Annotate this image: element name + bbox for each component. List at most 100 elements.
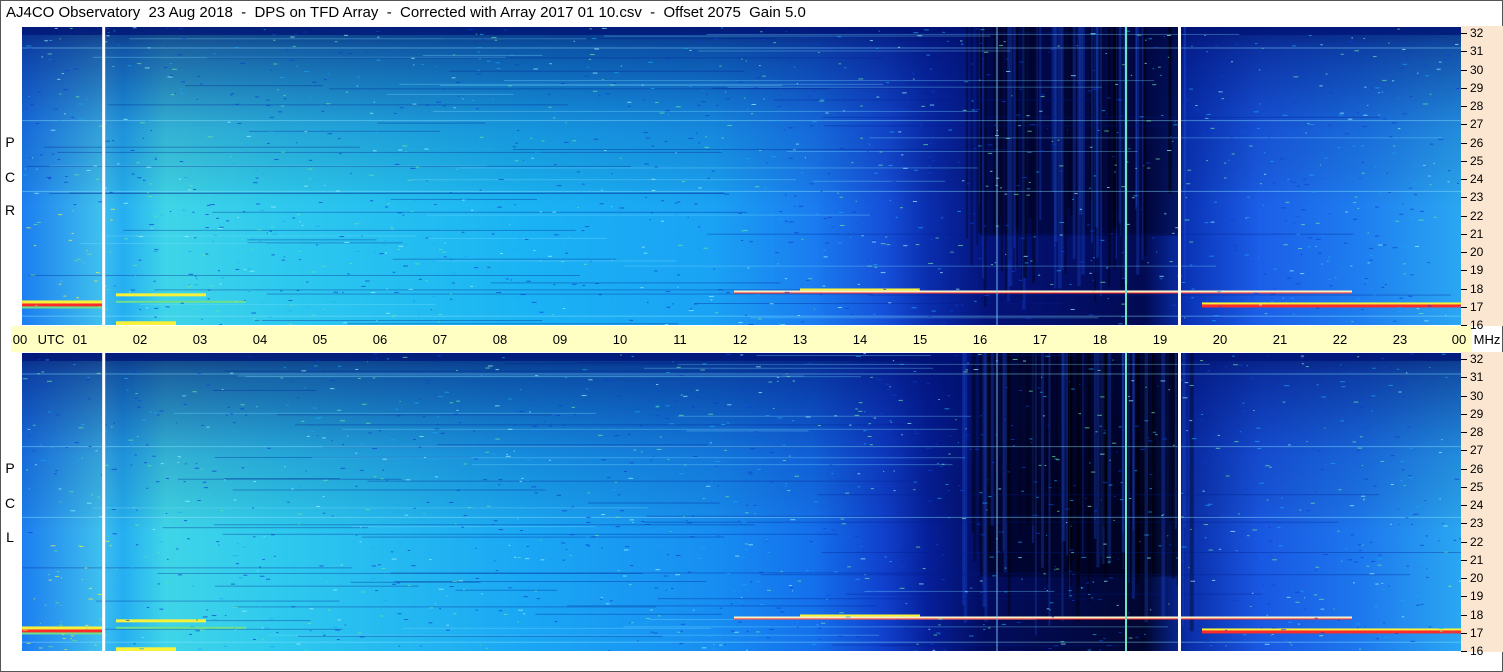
noise-speck xyxy=(304,649,307,651)
noise-speck xyxy=(156,414,160,416)
noise-speck xyxy=(37,359,41,361)
noise-speck xyxy=(560,82,565,84)
noise-speck xyxy=(1357,207,1360,209)
noise-speck xyxy=(918,124,922,126)
noise-speck xyxy=(28,428,31,430)
noise-speck xyxy=(1453,539,1457,541)
noise-speck xyxy=(1395,220,1399,222)
noise-speck xyxy=(71,232,74,234)
noise-speck xyxy=(161,214,163,216)
noise-speck xyxy=(1162,438,1167,440)
noise-speck xyxy=(1012,445,1015,447)
noise-speck xyxy=(1093,518,1096,520)
noise-speck xyxy=(855,408,858,410)
noise-speck xyxy=(689,49,692,51)
noise-speck xyxy=(1113,519,1115,521)
noise-speck xyxy=(76,258,81,260)
noise-speck xyxy=(450,293,452,295)
noise-speck xyxy=(598,95,601,97)
noise-speck xyxy=(171,68,177,70)
noise-speck xyxy=(386,288,388,290)
noise-speck xyxy=(1071,552,1074,554)
noise-speck xyxy=(941,217,943,219)
noise-speck xyxy=(471,100,475,102)
carrier-line xyxy=(22,641,1461,643)
noise-speck xyxy=(117,163,120,165)
noise-speck xyxy=(439,608,441,610)
noise-speck xyxy=(1158,545,1162,547)
noise-speck xyxy=(1406,565,1409,567)
noise-speck xyxy=(1181,281,1186,283)
noise-speck xyxy=(376,31,380,33)
noise-speck xyxy=(315,417,321,419)
noise-speck xyxy=(809,183,814,185)
noise-speck xyxy=(1268,526,1271,528)
noise-speck xyxy=(1383,622,1386,624)
noise-speck xyxy=(1365,280,1367,282)
noise-speck xyxy=(177,54,182,56)
noise-speck xyxy=(1426,143,1429,145)
noise-speck xyxy=(1051,616,1054,618)
striation xyxy=(1135,27,1137,210)
noise-speck xyxy=(819,100,824,102)
noise-speck xyxy=(553,164,557,166)
noise-speck xyxy=(679,385,683,387)
noise-speck xyxy=(631,521,635,523)
noise-speck xyxy=(23,174,28,176)
noise-speck xyxy=(429,559,432,561)
noise-speck xyxy=(972,213,975,215)
noise-speck xyxy=(494,39,498,41)
noise-speck xyxy=(1098,598,1102,600)
noise-speck xyxy=(444,242,446,244)
noise-speck xyxy=(1174,121,1176,123)
noise-speck xyxy=(77,458,81,460)
noise-speck xyxy=(604,150,607,152)
noise-speck xyxy=(691,634,694,636)
mhz-tick-label: 17 xyxy=(1470,299,1484,314)
noise-speck xyxy=(418,278,422,280)
mhz-tick-label: 31 xyxy=(1470,44,1484,59)
noise-speck xyxy=(425,280,428,282)
noise-speck xyxy=(825,112,829,114)
noise-speck xyxy=(650,609,653,611)
noise-speck xyxy=(1224,177,1227,179)
carrier-line xyxy=(760,574,1411,576)
noise-speck xyxy=(78,103,84,105)
noise-speck xyxy=(1359,436,1363,438)
noise-speck xyxy=(644,519,647,521)
noise-speck xyxy=(1328,279,1331,281)
noise-speck xyxy=(437,416,439,418)
noise-speck xyxy=(983,628,986,630)
noise-speck xyxy=(48,461,50,463)
noise-speck xyxy=(664,324,669,325)
noise-speck xyxy=(531,399,533,401)
noise-speck xyxy=(1397,28,1400,30)
noise-speck xyxy=(1398,311,1402,313)
noise-speck xyxy=(678,414,684,416)
striation xyxy=(1136,353,1141,575)
noise-speck xyxy=(463,515,467,517)
noise-speck xyxy=(1059,221,1065,223)
noise-speck xyxy=(1252,546,1254,548)
carrier-line xyxy=(868,294,1451,296)
noise-speck xyxy=(281,151,285,153)
noise-speck xyxy=(583,263,588,265)
noise-speck xyxy=(1114,171,1116,173)
noise-speck xyxy=(1269,466,1272,468)
noise-speck xyxy=(1356,449,1361,451)
noise-speck xyxy=(1183,317,1186,319)
noise-speck xyxy=(1378,554,1382,556)
noise-speck xyxy=(269,316,272,318)
noise-speck xyxy=(1202,268,1208,270)
noise-speck xyxy=(534,375,539,377)
noise-speck xyxy=(886,82,890,84)
noise-speck xyxy=(696,41,702,43)
noise-speck xyxy=(487,365,493,367)
noise-speck xyxy=(601,27,607,29)
noise-speck xyxy=(93,165,98,167)
noise-speck xyxy=(1301,209,1306,211)
noise-speck xyxy=(1443,59,1448,61)
striation xyxy=(1096,353,1100,568)
noise-speck xyxy=(1220,478,1224,480)
noise-speck xyxy=(1039,110,1043,112)
